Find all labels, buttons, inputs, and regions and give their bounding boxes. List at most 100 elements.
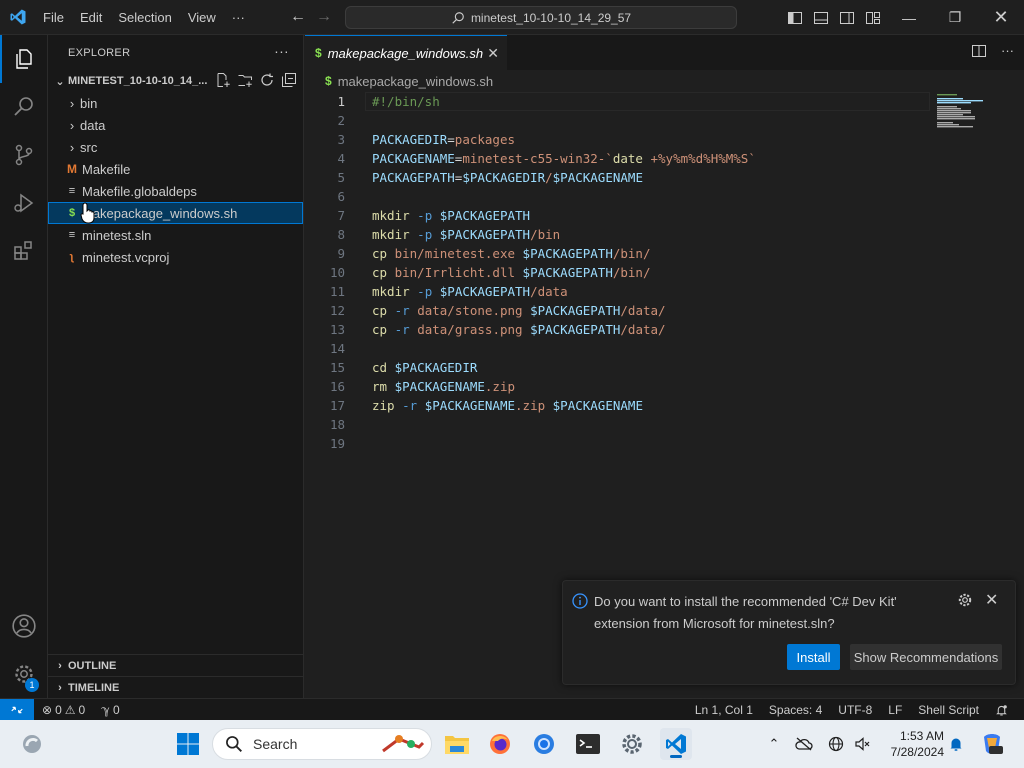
minimize-icon[interactable]: — [886, 0, 932, 35]
tree-file-makefile-globaldeps[interactable]: ≡ Makefile.globaldeps [48, 180, 303, 202]
rss-icon: ʅ [70, 251, 74, 263]
customize-layout-icon[interactable] [863, 8, 883, 28]
code-line[interactable]: 13 cp -r data/grass.png $PACKAGEPATH/data… [305, 320, 1024, 339]
accounts-icon[interactable] [0, 602, 48, 650]
code-line[interactable]: 12 cp -r data/stone.png $PACKAGEPATH/data… [305, 301, 1024, 320]
tree-file-minetest-vcproj[interactable]: ʅ minetest.vcproj [48, 246, 303, 268]
taskbar-clock[interactable]: 1:53 AM 7/28/2024 [880, 728, 944, 760]
install-button[interactable]: Install [787, 644, 840, 670]
code-line[interactable]: 17 zip -r $PACKAGENAME.zip $PACKAGENAME [305, 396, 1024, 415]
close-window-icon[interactable]: ✕ [978, 0, 1024, 35]
encoding[interactable]: UTF-8 [830, 703, 880, 717]
split-editor-icon[interactable] [971, 43, 987, 62]
toggle-panel-icon[interactable] [811, 8, 831, 28]
minimap[interactable] [935, 92, 995, 132]
code-line[interactable]: 19 [305, 434, 1024, 453]
more-actions-icon[interactable]: ··· [1001, 43, 1014, 62]
settings-gear-icon[interactable] [616, 728, 648, 760]
gear-icon[interactable] [957, 592, 973, 611]
outline-section[interactable]: › OUTLINE [48, 654, 303, 676]
taskbar-search-box[interactable]: Search [212, 728, 432, 760]
command-center[interactable]: minetest_10-10-10_14_29_57 [345, 6, 737, 29]
code-line[interactable]: 8 mkdir -p $PACKAGEPATH/bin [305, 225, 1024, 244]
explorer-more-icon[interactable]: ··· [274, 43, 289, 59]
notifications-bell-icon[interactable] [987, 704, 1016, 717]
start-windows-icon[interactable] [172, 728, 204, 760]
tree-folder-bin[interactable]: › bin [48, 92, 303, 114]
ports-indicator[interactable]: ℽ 0 [93, 703, 127, 717]
close-tab-icon[interactable]: ✕ [487, 45, 499, 62]
code-line[interactable]: 10 cp bin/Irrlicht.dll $PACKAGEPATH/bin/ [305, 263, 1024, 282]
menu-selection[interactable]: Selection [110, 0, 179, 35]
forward-arrow-icon[interactable]: → [311, 4, 337, 30]
onedrive-offline-icon[interactable] [794, 734, 814, 754]
code-line[interactable]: 16 rm $PACKAGENAME.zip [305, 377, 1024, 396]
volume-muted-icon[interactable] [852, 734, 872, 754]
indentation[interactable]: Spaces: 4 [761, 703, 830, 717]
restore-icon[interactable]: ❐ [932, 0, 978, 35]
code-line[interactable]: 2 [305, 111, 1024, 130]
menu-edit[interactable]: Edit [72, 0, 110, 35]
tree-folder-src[interactable]: › src [48, 136, 303, 158]
vscode-taskbar-icon[interactable] [660, 728, 692, 760]
file-explorer-icon[interactable] [441, 728, 473, 760]
source-control-icon[interactable] [0, 131, 48, 179]
firefox-icon[interactable] [484, 728, 516, 760]
timeline-section[interactable]: › TIMELINE [48, 676, 303, 698]
tab-makepackage-windows[interactable]: $ makepackage_windows.sh ✕ [305, 35, 507, 70]
code-line[interactable]: 1 #!/bin/sh [305, 92, 1024, 111]
manage-gear-icon[interactable]: 1 [0, 650, 48, 698]
close-icon[interactable]: ✕ [985, 590, 998, 610]
new-file-icon[interactable] [215, 72, 231, 91]
code-line-text: cp bin/Irrlicht.dll $PACKAGEPATH/bin/ [372, 265, 651, 280]
refresh-icon[interactable] [259, 72, 275, 91]
end-of-line[interactable]: LF [880, 703, 910, 717]
problems-indicator[interactable]: ⊗ 0 ⚠ 0 [34, 703, 93, 717]
search-icon[interactable] [0, 83, 48, 131]
toggle-secondary-sidebar-icon[interactable] [837, 8, 857, 28]
tree-file-makefile[interactable]: M Makefile [48, 158, 303, 180]
code-line[interactable]: 7 mkdir -p $PACKAGEPATH [305, 206, 1024, 225]
line-number: 19 [329, 436, 345, 451]
code-line[interactable]: 5 PACKAGEPATH=$PACKAGEDIR/$PACKAGENAME [305, 168, 1024, 187]
workspace-folder[interactable]: ⌄ MINETEST_10-10-10_14_... [48, 70, 303, 92]
line-number: 11 [329, 284, 345, 299]
code-line[interactable]: 15 cd $PACKAGEDIR [305, 358, 1024, 377]
network-globe-icon[interactable] [826, 734, 846, 754]
menu-view[interactable]: View [180, 0, 224, 35]
code-line[interactable]: 4 PACKAGENAME=minetest-c55-win32-`date +%… [305, 149, 1024, 168]
code-line[interactable]: 3 PACKAGEDIR=packages [305, 130, 1024, 149]
breadcrumb[interactable]: $ makepackage_windows.sh [305, 70, 1024, 92]
tree-folder-data[interactable]: › data [48, 114, 303, 136]
code-editor[interactable]: 1 #!/bin/sh 2 3 PACKAGEDIR=packages 4 PACKAGEN… [305, 92, 1024, 453]
code-line[interactable]: 14 [305, 339, 1024, 358]
run-debug-icon[interactable] [0, 179, 48, 227]
menu-file[interactable]: File [35, 0, 72, 35]
new-folder-icon[interactable] [237, 72, 253, 91]
code-line[interactable]: 18 [305, 415, 1024, 434]
menu-more[interactable]: ··· [224, 0, 253, 35]
cursor-position[interactable]: Ln 1, Col 1 [687, 703, 761, 717]
tree-item-label: minetest.sln [82, 227, 152, 243]
code-line[interactable]: 9 cp bin/minetest.exe $PACKAGEPATH/bin/ [305, 244, 1024, 263]
copilot-pre-icon[interactable] [978, 730, 1006, 758]
tree-file-minetest-sln[interactable]: ≡ minetest.sln [48, 224, 303, 246]
explorer-icon[interactable] [0, 35, 48, 83]
toggle-primary-sidebar-icon[interactable] [785, 8, 805, 28]
vscode-logo-icon[interactable] [0, 0, 35, 35]
code-line-text: cp -r data/stone.png $PACKAGEPATH/data/ [372, 303, 666, 318]
chevron-up-icon[interactable]: ⌃ [764, 734, 784, 754]
chrome-icon[interactable] [528, 728, 560, 760]
remote-indicator-icon[interactable] [0, 698, 34, 721]
back-arrow-icon[interactable]: ← [285, 4, 311, 30]
collapse-all-icon[interactable] [281, 72, 297, 91]
code-line[interactable]: 6 [305, 187, 1024, 206]
terminal-icon[interactable] [572, 728, 604, 760]
language-mode[interactable]: Shell Script [910, 703, 987, 717]
widgets-weather-icon[interactable] [16, 728, 48, 760]
notification-bell-icon[interactable] [946, 734, 966, 754]
extensions-icon[interactable] [0, 227, 48, 275]
code-line[interactable]: 11 mkdir -p $PACKAGEPATH/data [305, 282, 1024, 301]
show-recommendations-button[interactable]: Show Recommendations [850, 644, 1002, 670]
line-number: 12 [329, 303, 345, 318]
